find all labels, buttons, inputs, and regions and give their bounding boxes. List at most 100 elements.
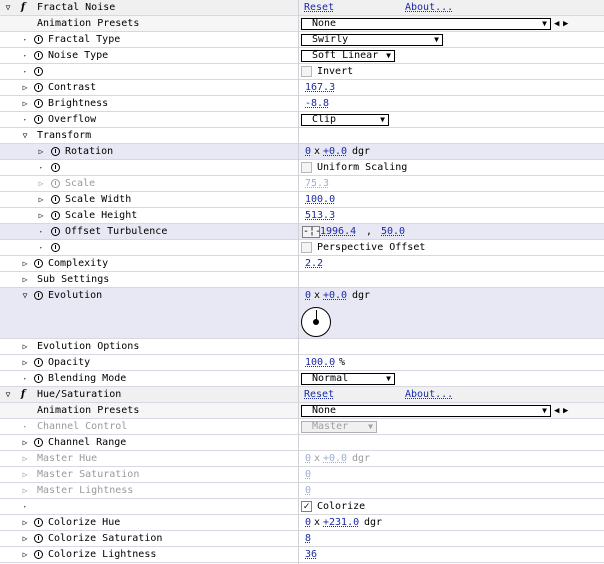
uniform-scaling-checkbox[interactable] [301,162,312,173]
effect-header-hue-saturation[interactable]: ▽ f Hue/Saturation Reset About... [0,387,604,403]
row-blending-mode: ▸ Blending Mode Normal ▼ [0,371,604,387]
expand-icon[interactable]: ▷ [20,531,30,547]
colorize-saturation-value[interactable]: 8 [305,531,311,547]
animation-presets-dropdown[interactable]: None ▼ [301,18,551,30]
reset-link[interactable]: Reset [304,0,334,16]
stopwatch-icon[interactable] [34,550,43,559]
expand-icon: ▷ [22,486,28,495]
evolution-label: Evolution [48,290,103,301]
expand-icon[interactable]: ▷ [20,515,30,531]
effect-title: Fractal Noise [37,2,116,13]
opacity-value[interactable]: 100.0 [305,355,335,371]
fx-toggle-icon[interactable]: f [18,390,28,400]
fx-toggle-icon[interactable]: f [18,3,28,13]
stopwatch-icon[interactable] [34,115,43,124]
stopwatch-icon[interactable] [34,374,43,383]
offset-turbulence-y[interactable]: 50.0 [381,224,405,240]
expand-icon[interactable]: ▷ [36,144,46,160]
expand-icon[interactable]: ▷ [20,547,30,563]
row-evolution-options[interactable]: ▷ Evolution Options [0,339,604,355]
colorize-hue-times: x [314,517,321,528]
stopwatch-icon[interactable] [34,518,43,527]
next-preset-icon[interactable]: ▶ [563,18,568,30]
prev-preset-icon[interactable]: ◀ [554,405,559,417]
reset-link[interactable]: Reset [304,387,334,403]
crosshair-icon[interactable]: -¦- [302,226,321,238]
expand-icon[interactable]: ▷ [36,192,46,208]
colorize-hue-revolutions[interactable]: 0 [305,515,311,531]
colorize-saturation-label: Colorize Saturation [48,533,163,544]
stopwatch-icon[interactable] [34,51,43,60]
stopwatch-icon[interactable] [51,211,60,220]
overflow-dropdown[interactable]: Clip ▼ [301,114,389,126]
rotation-revolutions[interactable]: 0 [305,144,311,160]
brightness-value[interactable]: -8.8 [305,96,329,112]
contrast-value[interactable]: 167.3 [305,80,335,96]
animation-presets-dropdown[interactable]: None ▼ [301,405,551,417]
expand-icon[interactable]: ▷ [20,80,30,96]
about-link[interactable]: About... [405,0,453,16]
master-hue-degrees: +0.0 [323,453,348,464]
row-channel-range[interactable]: ▷ Channel Range [0,435,604,451]
row-transform-group[interactable]: ▽ Transform [0,128,604,144]
expand-icon[interactable]: ▷ [20,435,30,451]
stopwatch-icon[interactable] [51,243,60,252]
stopwatch-icon[interactable] [51,195,60,204]
expand-icon[interactable]: ▷ [20,339,30,355]
colorize-hue-unit: dgr [364,517,383,528]
stopwatch-icon[interactable] [51,227,60,236]
stopwatch-icon[interactable] [34,534,43,543]
colorize-checkbox[interactable]: ✓ [301,501,312,512]
master-lightness-value: 0 [305,485,312,496]
stopwatch-icon[interactable] [34,259,43,268]
collapse-icon[interactable]: ▽ [20,128,30,144]
noise-type-dropdown[interactable]: Soft Linear ▼ [301,50,395,62]
scale-height-value[interactable]: 513.3 [305,208,335,224]
scale-width-value[interactable]: 100.0 [305,192,335,208]
expand-icon[interactable]: ▷ [20,96,30,112]
prev-preset-icon[interactable]: ◀ [554,18,559,30]
perspective-offset-checkbox[interactable] [301,242,312,253]
offset-turbulence-x[interactable]: 1996.4 [320,224,356,240]
stopwatch-icon[interactable] [34,291,43,300]
colorize-lightness-value[interactable]: 36 [305,547,317,563]
effect-header-fractal-noise[interactable]: ▽ f Fractal Noise Reset About... [0,0,604,16]
animation-presets-label: Animation Presets [37,405,140,416]
evolution-revolutions[interactable]: 0 [305,288,311,304]
stopwatch-icon[interactable] [34,438,43,447]
collapse-icon[interactable]: ▽ [3,0,13,16]
expand-icon[interactable]: ▷ [20,256,30,272]
rotation-degrees[interactable]: +0.0 [323,144,347,160]
row-noise-type: ▸ Noise Type Soft Linear ▼ [0,48,604,64]
colorize-hue-degrees[interactable]: +231.0 [323,515,359,531]
evolution-degrees[interactable]: +0.0 [323,288,347,304]
dropdown-arrow-icon: ▼ [386,374,391,383]
expand-icon[interactable]: ▷ [36,208,46,224]
expand-icon[interactable]: ▷ [20,355,30,371]
stopwatch-icon[interactable] [34,83,43,92]
evolution-angle-dial[interactable] [301,307,331,337]
complexity-value[interactable]: 2.2 [305,256,323,272]
expand-icon[interactable]: ▷ [20,272,30,288]
dropdown-arrow-icon: ▼ [368,422,373,431]
row-sub-settings[interactable]: ▷ Sub Settings [0,272,604,288]
stopwatch-icon[interactable] [34,99,43,108]
about-link[interactable]: About... [405,387,453,403]
dropdown-arrow-icon: ▼ [434,35,439,44]
stopwatch-icon[interactable] [51,147,60,156]
stopwatch-icon[interactable] [34,35,43,44]
transform-label: Transform [37,130,92,141]
stopwatch-icon[interactable] [34,358,43,367]
fractal-type-dropdown[interactable]: Swirly ▼ [301,34,443,46]
row-channel-control: ▸ Channel Control Master ▼ [0,419,604,435]
next-preset-icon[interactable]: ▶ [563,405,568,417]
row-fractal-type: ▸ Fractal Type Swirly ▼ [0,32,604,48]
stopwatch-icon[interactable] [51,163,60,172]
collapse-icon[interactable]: ▽ [20,288,30,304]
collapse-icon[interactable]: ▽ [3,387,13,403]
evolution-options-label: Evolution Options [37,341,140,352]
stopwatch-icon[interactable] [34,67,43,76]
blending-mode-dropdown[interactable]: Normal ▼ [301,373,395,385]
row-uniform-scaling: ▸ Uniform Scaling [0,160,604,176]
invert-checkbox[interactable] [301,66,312,77]
